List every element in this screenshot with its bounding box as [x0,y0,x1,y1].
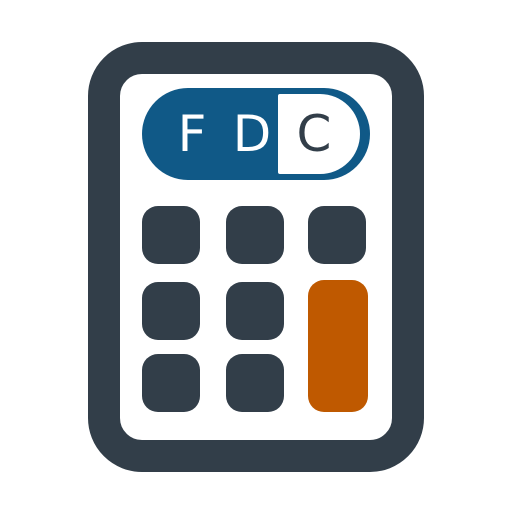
calculator-key [226,206,284,264]
display-letter-d: D [232,105,272,163]
calculator-key [226,282,284,340]
calculator-logo: F D C [0,0,512,512]
calculator-display: F D C [142,88,370,180]
calculator-key [142,282,200,340]
calculator-key [142,354,200,412]
calculator-equals-key [308,280,368,412]
calculator-key [142,206,200,264]
calculator-key [308,206,366,264]
display-letter-c: C [296,105,332,163]
display-letter-f: F [177,105,207,163]
calculator-key [226,354,284,412]
